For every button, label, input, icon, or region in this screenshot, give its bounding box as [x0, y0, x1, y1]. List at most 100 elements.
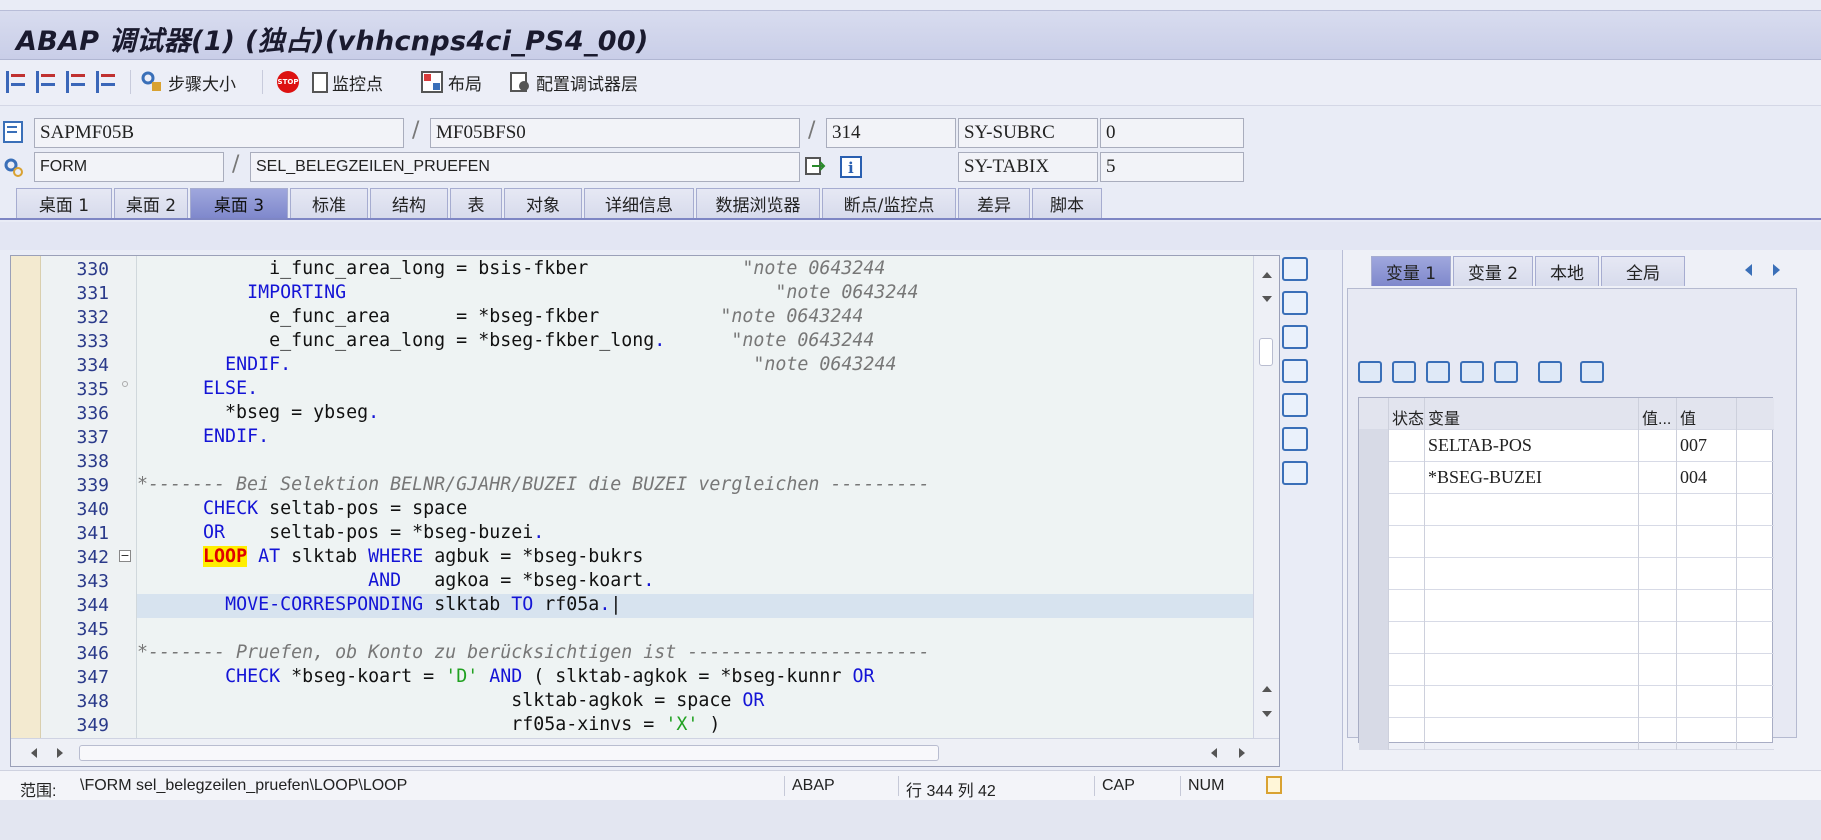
watchpoint-button[interactable]: 监控点 [312, 67, 383, 97]
col-value[interactable]: 值 [1677, 398, 1737, 430]
step-size-button[interactable]: 步骤大小 [140, 67, 236, 97]
scroll-up-icon[interactable] [1262, 272, 1272, 278]
event-name-field[interactable]: SEL_BELEGZEILEN_PRUEFEN [250, 152, 800, 182]
configure-layer-button[interactable]: 配置调试器层 [508, 67, 638, 97]
table-row[interactable] [1359, 622, 1774, 654]
fullscreen-icon[interactable] [1282, 359, 1308, 383]
folder-icon[interactable] [1580, 361, 1604, 383]
value-cell[interactable] [1677, 494, 1737, 526]
page-up-icon[interactable] [1262, 686, 1272, 692]
notes-icon[interactable] [1266, 776, 1282, 794]
row-selector[interactable] [1359, 526, 1389, 558]
scroll-down-icon[interactable] [1262, 296, 1272, 302]
program-field[interactable]: SAPMF05B [34, 118, 404, 148]
code-line[interactable]: ENDIF. "note 0643244 [137, 354, 896, 378]
variable-cell[interactable] [1425, 558, 1639, 590]
code-line[interactable]: ELSE. [137, 378, 258, 402]
tab-variables-1[interactable]: 变量 1 [1371, 256, 1451, 286]
variable-cell[interactable] [1425, 686, 1639, 718]
code-line[interactable]: CHECK *bseg-koart = 'D' AND ( slktab-agk… [137, 666, 874, 690]
table-row[interactable] [1359, 654, 1774, 686]
col-variable[interactable]: 变量 [1425, 398, 1639, 430]
variable-cell[interactable]: *BSEG-BUZEI [1425, 462, 1639, 494]
code-line[interactable]: e_func_area_long = *bseg-fkber_long. "no… [137, 330, 874, 354]
row-selector[interactable] [1359, 622, 1389, 654]
navigate-icon[interactable] [804, 156, 826, 178]
services-icon[interactable] [1282, 427, 1308, 451]
row-selector[interactable] [1359, 718, 1389, 750]
scroll-thumb[interactable] [1259, 338, 1273, 366]
value-cell[interactable] [1677, 718, 1737, 750]
include-field[interactable]: MF05BFS0 [430, 118, 800, 148]
import-icon[interactable] [1392, 361, 1416, 383]
row-selector[interactable] [1359, 462, 1389, 494]
breakpoint-gutter[interactable] [11, 256, 41, 738]
row-selector[interactable] [1359, 430, 1389, 462]
collapse-icon[interactable]: − [119, 550, 131, 562]
variable-cell[interactable]: SELTAB-POS [1425, 430, 1639, 462]
info-icon[interactable]: i [840, 156, 862, 178]
table-row[interactable] [1359, 494, 1774, 526]
code-line[interactable]: rf05a-xinvs = 'X' ) [137, 714, 720, 738]
tab-globals[interactable]: 全局 [1601, 256, 1685, 286]
execute-step-button[interactable] [36, 67, 58, 97]
code-area[interactable]: i_func_area_long = bsis-fkber "note 0643… [137, 256, 1263, 738]
value-cell[interactable]: 007 [1677, 430, 1737, 462]
tab-script[interactable]: 脚本 [1032, 188, 1102, 218]
scroll-left-end-icon[interactable] [1211, 748, 1217, 758]
value-cell[interactable] [1677, 590, 1737, 622]
code-line[interactable]: ENDIF. [137, 426, 269, 450]
value-cell[interactable] [1677, 558, 1737, 590]
delete-icon[interactable] [1358, 361, 1382, 383]
variable-cell[interactable] [1425, 590, 1639, 622]
tab-details[interactable]: 详细信息 [584, 188, 694, 218]
page-down-icon[interactable] [1262, 711, 1272, 717]
tab-table[interactable]: 表 [450, 188, 502, 218]
row-selector[interactable] [1359, 590, 1389, 622]
table-row[interactable] [1359, 686, 1774, 718]
layout-button[interactable]: 布局 [420, 67, 482, 97]
sy-subrc-value[interactable]: 0 [1100, 118, 1244, 148]
settings-icon[interactable] [1282, 461, 1308, 485]
transfer-icon[interactable] [1538, 361, 1562, 383]
tab-object[interactable]: 对象 [504, 188, 582, 218]
sy-tabix-label[interactable]: SY-TABIX [958, 152, 1098, 182]
row-selector[interactable] [1359, 654, 1389, 686]
export-icon[interactable] [1426, 361, 1450, 383]
code-line[interactable]: e_func_area = *bseg-fkber "note 0643244 [137, 306, 863, 330]
scroll-left-icon[interactable] [31, 748, 37, 758]
variable-cell[interactable] [1425, 718, 1639, 750]
col-value-more[interactable]: 值... [1639, 398, 1677, 430]
single-step-button[interactable] [6, 67, 28, 97]
code-line[interactable]: *------- Pruefen, ob Konto zu berücksich… [137, 642, 929, 666]
tab-breakpoints[interactable]: 断点/监控点 [822, 188, 956, 218]
table-row[interactable] [1359, 558, 1774, 590]
tab-next-icon[interactable] [1773, 264, 1780, 276]
value-cell[interactable] [1677, 526, 1737, 558]
tab-desktop-2[interactable]: 桌面 2 [114, 188, 188, 218]
code-line[interactable]: OR seltab-pos = *bseg-buzei. [137, 522, 544, 546]
horizontal-scroll-thumb[interactable] [79, 745, 939, 761]
hierarchy-icon[interactable] [1494, 361, 1518, 383]
event-type-field[interactable]: FORM [34, 152, 224, 182]
tab-diff[interactable]: 差异 [958, 188, 1030, 218]
tab-desktop-3[interactable]: 桌面 3 [190, 188, 288, 218]
code-line[interactable]: MOVE-CORRESPONDING slktab TO rf05a.| [137, 594, 621, 618]
code-line[interactable]: LOOP AT slktab WHERE agbuk = *bseg-bukrs [137, 546, 643, 570]
value-cell[interactable] [1677, 622, 1737, 654]
tab-structure[interactable]: 结构 [370, 188, 448, 218]
tab-standard[interactable]: 标准 [290, 188, 368, 218]
variable-cell[interactable] [1425, 654, 1639, 686]
swap-icon[interactable] [1282, 393, 1308, 417]
code-line[interactable]: slktab-agkok = space OR [137, 690, 764, 714]
code-line[interactable]: CHECK seltab-pos = space [137, 498, 467, 522]
scroll-right-end-icon[interactable] [1239, 748, 1245, 758]
replace-tool-icon[interactable] [1282, 325, 1308, 349]
sy-subrc-label[interactable]: SY-SUBRC [958, 118, 1098, 148]
remove-row-icon[interactable] [1460, 361, 1484, 383]
row-selector[interactable] [1359, 494, 1389, 526]
code-line[interactable]: i_func_area_long = bsis-fkber "note 0643… [137, 258, 885, 282]
table-row[interactable]: *BSEG-BUZEI 004 [1359, 462, 1774, 494]
editor-horizontal-scrollbar[interactable] [11, 738, 1279, 766]
new-tool-icon[interactable] [1282, 291, 1308, 315]
